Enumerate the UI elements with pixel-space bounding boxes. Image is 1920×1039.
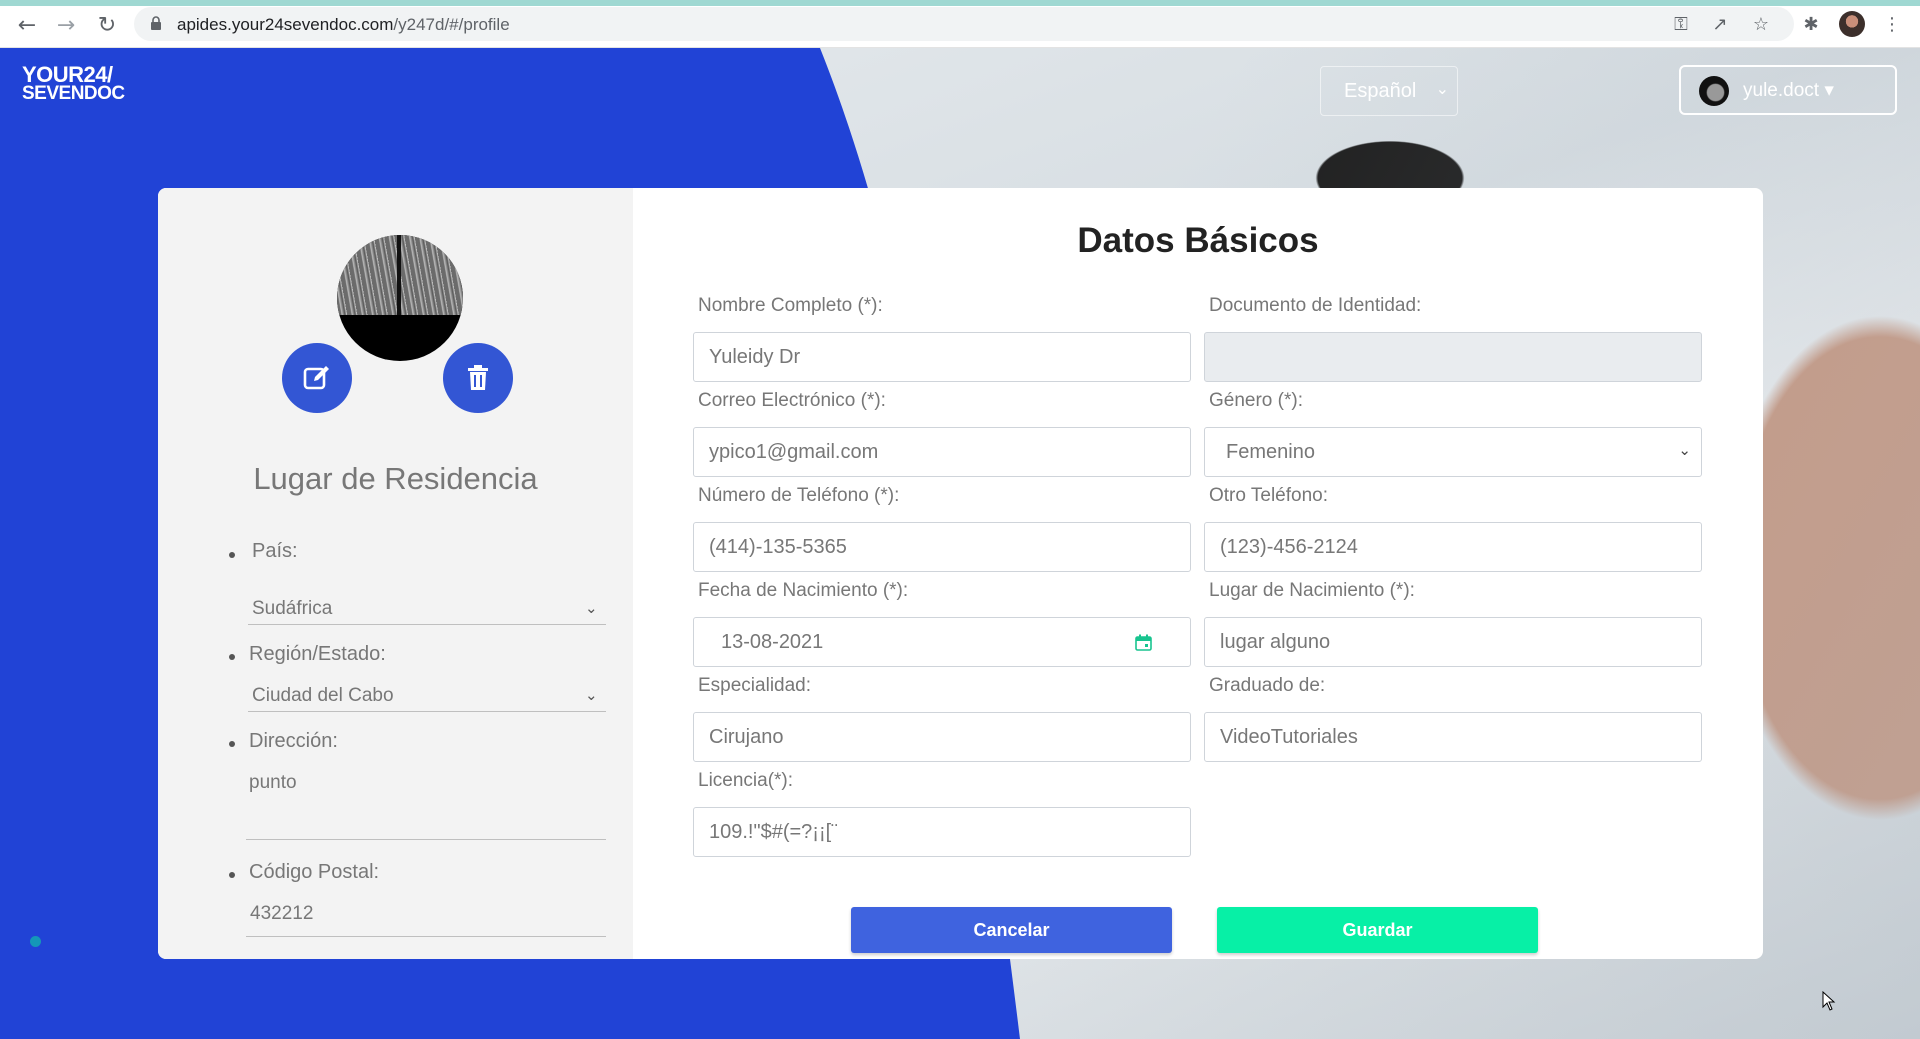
back-icon[interactable]: ←: [12, 10, 42, 40]
full-name-input[interactable]: Yuleidy Dr: [693, 332, 1191, 382]
email-value: ypico1@gmail.com: [709, 441, 879, 463]
id-document-label: Documento de Identidad:: [1209, 295, 1422, 316]
country-label: País:: [252, 540, 298, 562]
logo-line-1: YOUR24/: [22, 62, 113, 87]
birth-place-input[interactable]: lugar alguno: [1204, 617, 1702, 667]
user-menu-button[interactable]: yule.doct ▾: [1679, 65, 1897, 115]
country-select-value[interactable]: Sudáfrica: [252, 598, 332, 620]
list-bullet: [229, 654, 235, 660]
calendar-icon[interactable]: [1135, 634, 1152, 651]
save-button[interactable]: Guardar: [1217, 907, 1538, 953]
gender-select[interactable]: Femenino ⌄: [1204, 427, 1702, 477]
list-bullet: [229, 741, 235, 747]
share-icon[interactable]: ↗: [1708, 12, 1732, 36]
id-document-input: [1204, 332, 1702, 382]
mouse-cursor-icon: [1822, 991, 1836, 1011]
address-label: Dirección:: [249, 730, 338, 752]
cancel-button[interactable]: Cancelar: [851, 907, 1172, 953]
graduated-from-label: Graduado de:: [1209, 675, 1326, 696]
gender-value: Femenino: [1226, 441, 1315, 463]
trash-icon: [468, 365, 488, 390]
phone-value: (414)-135-5365: [709, 536, 847, 558]
other-phone-value: (123)-456-2124: [1220, 536, 1358, 558]
delete-photo-button[interactable]: [443, 343, 513, 413]
birth-place-value: lugar alguno: [1220, 631, 1331, 653]
license-input[interactable]: 109.!"$#(=?¡¡[¨: [693, 807, 1191, 857]
region-select-value[interactable]: Ciudad del Cabo: [252, 685, 394, 707]
address-input[interactable]: punto: [249, 772, 297, 794]
gender-label: Género (*):: [1209, 390, 1303, 411]
country-select-underline: [248, 624, 606, 625]
postal-code-label: Código Postal:: [249, 861, 380, 883]
user-avatar: [1699, 76, 1729, 106]
specialty-label: Especialidad:: [698, 675, 812, 696]
menu-icon[interactable]: ⋮: [1880, 12, 1904, 36]
specialty-input[interactable]: Cirujano: [693, 712, 1191, 762]
edit-icon: [303, 366, 329, 390]
chevron-down-icon: ⌄: [1435, 79, 1449, 98]
key-icon[interactable]: ⚿: [1669, 12, 1693, 36]
profile-card: Lugar de Residencia País: Sudáfrica ⌄ Re…: [158, 188, 1763, 959]
chevron-down-icon: ⌄: [1678, 441, 1691, 459]
profile-photo: [337, 235, 463, 361]
forward-icon[interactable]: →: [51, 10, 81, 40]
browser-profile-avatar[interactable]: [1839, 11, 1865, 37]
page-background: YOUR24/ SEVENDOC Español ⌄ yule.doct ▾ L…: [0, 48, 1920, 1039]
birth-date-input[interactable]: 13-08-2021: [693, 617, 1191, 667]
other-phone-input[interactable]: (123)-456-2124: [1204, 522, 1702, 572]
lock-icon: [151, 16, 161, 30]
license-value: 109.!"$#(=?¡¡[¨: [709, 821, 838, 843]
list-bullet: [229, 552, 235, 558]
tab-strip-edge: [0, 0, 1920, 6]
region-label: Región/Estado:: [249, 643, 386, 665]
phone-label: Número de Teléfono (*):: [698, 485, 900, 506]
email-input[interactable]: ypico1@gmail.com: [693, 427, 1191, 477]
address-underline: [246, 839, 606, 840]
postal-code-input[interactable]: 432212: [250, 903, 313, 925]
user-name-text: yule.doct: [1743, 80, 1820, 101]
email-label: Correo Electrónico (*):: [698, 390, 886, 411]
region-select-underline: [248, 711, 606, 712]
address-bar[interactable]: apides.your24sevendoc.com/y247d/#/profil…: [134, 7, 1794, 41]
residence-panel: Lugar de Residencia País: Sudáfrica ⌄ Re…: [158, 188, 633, 959]
list-bullet: [229, 872, 235, 878]
url-text: apides.your24sevendoc.com/y247d/#/profil…: [177, 15, 510, 35]
status-dot: [30, 936, 41, 947]
browser-toolbar: ← → ↻ apides.your24sevendoc.com/y247d/#/…: [0, 0, 1920, 48]
url-host: apides.your24sevendoc.com: [177, 15, 394, 34]
full-name-value: Yuleidy Dr: [709, 346, 801, 368]
birth-place-label: Lugar de Nacimiento (*):: [1209, 580, 1415, 601]
star-icon[interactable]: ☆: [1749, 12, 1773, 36]
chevron-down-icon[interactable]: ⌄: [585, 686, 598, 704]
residence-title: Lugar de Residencia: [253, 461, 538, 496]
license-label: Licencia(*):: [698, 770, 794, 791]
user-name: yule.doct ▾: [1743, 80, 1834, 101]
language-label: Español: [1344, 80, 1417, 102]
logo-line-2: SEVENDOC: [22, 83, 125, 104]
postal-code-underline: [246, 936, 606, 937]
graduated-from-input[interactable]: VideoTutoriales: [1204, 712, 1702, 762]
other-phone-label: Otro Teléfono:: [1209, 485, 1329, 506]
reload-icon[interactable]: ↻: [92, 10, 122, 40]
url-path: /y247d/#/profile: [393, 15, 510, 34]
xray-divider: [397, 235, 401, 315]
birth-date-label: Fecha de Nacimiento (*):: [698, 580, 909, 601]
basic-data-title: Datos Básicos: [1077, 221, 1319, 260]
extensions-icon[interactable]: ✱: [1799, 12, 1823, 36]
graduated-from-value: VideoTutoriales: [1220, 726, 1358, 748]
edit-photo-button[interactable]: [282, 343, 352, 413]
language-select[interactable]: Español ⌄: [1320, 66, 1458, 116]
specialty-value: Cirujano: [709, 726, 784, 748]
full-name-label: Nombre Completo (*):: [698, 295, 883, 316]
chevron-down-icon[interactable]: ⌄: [585, 599, 598, 617]
birth-date-value: 13-08-2021: [721, 631, 824, 653]
phone-input[interactable]: (414)-135-5365: [693, 522, 1191, 572]
site-logo[interactable]: YOUR24/ SEVENDOC: [22, 62, 125, 104]
